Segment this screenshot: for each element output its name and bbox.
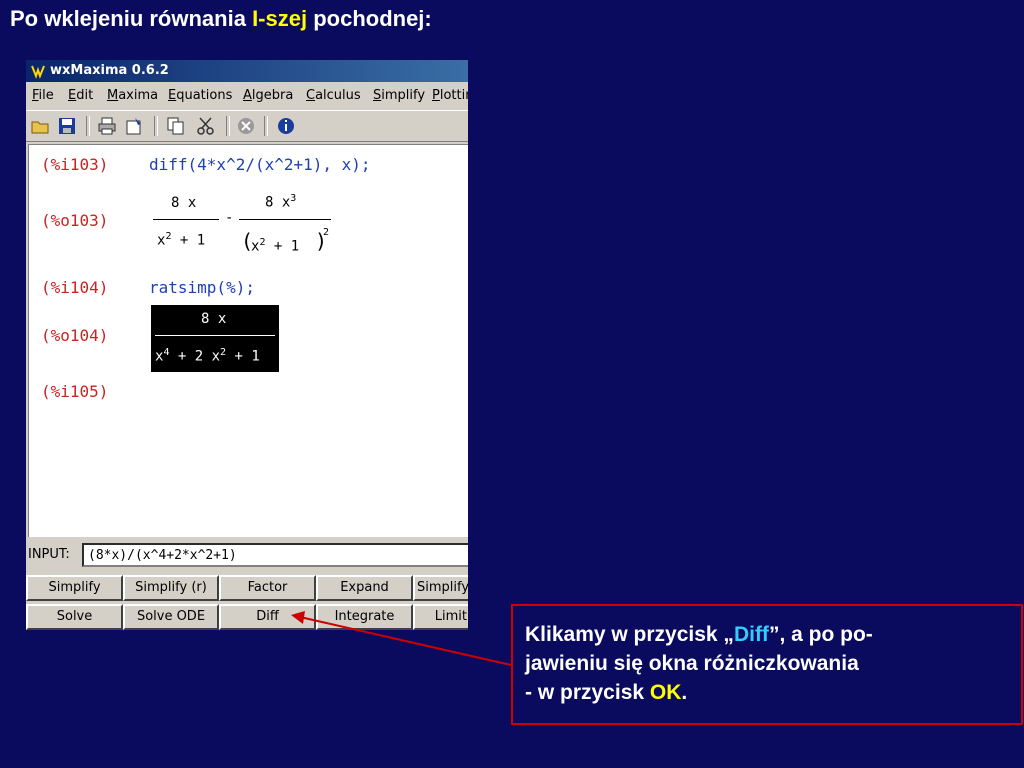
input-bar: INPUT: (8*x)/(x^4+2*x^2+1) bbox=[26, 540, 468, 570]
wxmaxima-window: wxMaxima 0.6.2 File Edit Maxima Equation… bbox=[26, 60, 468, 630]
menu-equations[interactable]: Equations bbox=[168, 88, 232, 103]
toolbar bbox=[26, 110, 468, 142]
fraction-denominator: x2 + 1 bbox=[157, 231, 206, 249]
toolbar-separator bbox=[264, 116, 268, 136]
factor-button[interactable]: Factor bbox=[219, 575, 316, 601]
fraction-numerator: 8 x3 bbox=[265, 193, 297, 211]
expand-button[interactable]: Expand bbox=[316, 575, 413, 601]
menu-plotting[interactable]: Plotting bbox=[432, 88, 468, 103]
menu-file[interactable]: File bbox=[32, 88, 54, 103]
fraction-denominator: x2 + 1 bbox=[251, 237, 300, 255]
wxmaxima-app-icon bbox=[31, 65, 45, 79]
input-label: (%i105) bbox=[41, 382, 109, 401]
output-expression: 8 x x2 + 1 - 8 x3 ( x2 + 1 ) 2 bbox=[153, 189, 333, 269]
callout-line-2: jawieniu się okna różniczkowania bbox=[525, 652, 859, 675]
toolbar-separator bbox=[154, 116, 158, 136]
help-icon[interactable] bbox=[276, 116, 296, 136]
output-label: (%o104) bbox=[41, 326, 109, 345]
worksheet[interactable]: (%i103) diff(4*x^2/(x^2+1), x); (%o103) … bbox=[28, 144, 468, 537]
fraction-numerator: 8 x bbox=[201, 311, 227, 327]
solve-ode-button[interactable]: Solve ODE bbox=[123, 604, 219, 630]
cut-icon[interactable] bbox=[196, 116, 216, 136]
input-expression[interactable]: diff(4*x^2/(x^2+1), x); bbox=[149, 155, 371, 174]
simplify-r-button[interactable]: Simplify (r) bbox=[123, 575, 219, 601]
input-label: (%i104) bbox=[41, 278, 109, 297]
fraction-denominator: x4 + 2 x2 + 1 bbox=[155, 347, 260, 365]
title-text-2: pochodnej: bbox=[307, 6, 432, 31]
copy-icon[interactable] bbox=[166, 116, 186, 136]
config-icon[interactable] bbox=[125, 116, 145, 136]
input-field[interactable]: (8*x)/(x^4+2*x^2+1) bbox=[82, 543, 468, 567]
simplify-button[interactable]: Simplify bbox=[26, 575, 123, 601]
window-titlebar[interactable]: wxMaxima 0.6.2 bbox=[26, 60, 468, 82]
solve-button[interactable]: Solve bbox=[26, 604, 123, 630]
save-icon[interactable] bbox=[57, 116, 77, 136]
diff-button[interactable]: Diff bbox=[219, 604, 316, 630]
input-expression[interactable]: ratsimp(%); bbox=[149, 278, 255, 297]
menu-bar: File Edit Maxima Equations Algebra Calcu… bbox=[26, 84, 468, 108]
menu-maxima[interactable]: Maxima bbox=[107, 88, 158, 103]
callout-diff-highlight: Diff bbox=[733, 623, 769, 646]
callout-box: Klikamy w przycisk „Diff”, a po po- jawi… bbox=[511, 604, 1023, 725]
output-label: (%o103) bbox=[41, 211, 109, 230]
menu-simplify[interactable]: Simplify bbox=[373, 88, 425, 103]
print-icon[interactable] bbox=[97, 116, 117, 136]
title-highlight: I-szej bbox=[252, 6, 308, 31]
fraction-numerator: 8 x bbox=[171, 195, 197, 211]
slide-title: Po wklejeniu równania I-szej pochodnej: bbox=[10, 6, 432, 32]
menu-algebra[interactable]: Algebra bbox=[243, 88, 293, 103]
minus-sign: - bbox=[225, 210, 234, 226]
menu-calculus[interactable]: Calculus bbox=[306, 88, 361, 103]
title-text-1: Po wklejeniu równania bbox=[10, 6, 253, 31]
fraction-bar bbox=[155, 335, 275, 336]
limit-button[interactable]: Limit bbox=[413, 604, 468, 630]
fraction-bar bbox=[153, 219, 219, 220]
callout-ok-highlight: OK bbox=[649, 681, 682, 704]
window-title: wxMaxima 0.6.2 bbox=[50, 63, 169, 78]
outer-exponent: 2 bbox=[323, 227, 330, 238]
fraction-bar bbox=[239, 219, 331, 220]
interrupt-icon[interactable] bbox=[236, 116, 256, 136]
open-icon[interactable] bbox=[30, 116, 50, 136]
toolbar-separator bbox=[86, 116, 90, 136]
toolbar-separator bbox=[226, 116, 230, 136]
input-bar-label: INPUT: bbox=[28, 547, 70, 562]
integrate-button[interactable]: Integrate bbox=[316, 604, 413, 630]
selected-output-expression[interactable]: 8 x x4 + 2 x2 + 1 bbox=[151, 305, 279, 372]
callout-line-3: - w przycisk OK. bbox=[525, 681, 688, 704]
callout-line-1: Klikamy w przycisk „Diff”, a po po- bbox=[525, 623, 873, 646]
input-label: (%i103) bbox=[41, 155, 109, 174]
simplify-trig-button[interactable]: Simplify bbox=[413, 575, 468, 601]
menu-edit[interactable]: Edit bbox=[68, 88, 93, 103]
